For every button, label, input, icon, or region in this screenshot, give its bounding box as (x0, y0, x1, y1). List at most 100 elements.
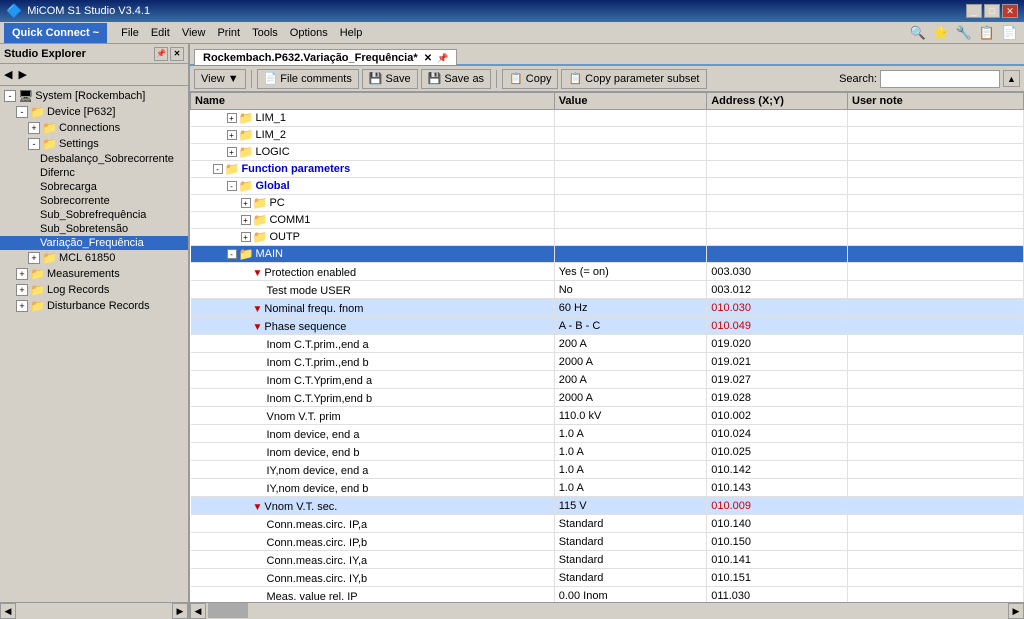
table-cell-value[interactable]: 2000 A (554, 389, 707, 407)
tree-item-sobrecarga[interactable]: Sobrecarga (0, 180, 188, 194)
copy-button[interactable]: 📋 Copy (502, 69, 558, 89)
table-cell-value[interactable]: Yes (= on) (554, 263, 707, 281)
quick-connect-button[interactable]: Quick Connect ~ (4, 23, 107, 43)
search-toolbar-icon[interactable]: 🔍 (908, 23, 928, 43)
tree-item-desbalanco[interactable]: Desbalanço_Sobrecorrente (0, 152, 188, 166)
table-row[interactable]: Conn.meas.circ. IP,aStandard010.140 (191, 515, 1024, 533)
table-row[interactable]: IY,nom device, end b1.0 A010.143 (191, 479, 1024, 497)
menu-help[interactable]: Help (334, 25, 369, 41)
studio-header-controls[interactable]: 📌 ✕ (154, 47, 184, 61)
table-cell-value[interactable]: Standard (554, 515, 707, 533)
expand-icon[interactable]: - (227, 249, 237, 259)
studio-toolbar[interactable]: ◀ ▶ (0, 64, 188, 86)
tree-item-measurements[interactable]: + 📁 Measurements (0, 266, 188, 282)
save-button[interactable]: 💾 Save (362, 69, 418, 89)
table-row[interactable]: Inom C.T.prim.,end b2000 A019.021 (191, 353, 1024, 371)
expand-mcl[interactable]: + (28, 252, 40, 264)
table-cell-value[interactable] (554, 110, 707, 127)
table-row[interactable]: Test mode USERNo003.012 (191, 281, 1024, 299)
table-row[interactable]: -📁Function parameters (191, 161, 1024, 178)
minimize-button[interactable]: _ (966, 4, 982, 18)
table-row[interactable]: +📁PC (191, 195, 1024, 212)
table-cell-value[interactable]: Standard (554, 533, 707, 551)
table-cell-value[interactable]: 1.0 A (554, 425, 707, 443)
table-row[interactable]: IY,nom device, end a1.0 A010.142 (191, 461, 1024, 479)
expand-icon[interactable]: - (213, 164, 223, 174)
expand-icon[interactable]: + (241, 198, 251, 208)
table-row[interactable]: ▼Nominal frequ. fnom60 Hz010.030 (191, 299, 1024, 317)
table-cell-value[interactable]: 1.0 A (554, 461, 707, 479)
settings-toolbar-icon[interactable]: 🔧 (954, 23, 974, 43)
table-cell-value[interactable]: 110.0 kV (554, 407, 707, 425)
table-row[interactable]: Conn.meas.circ. IY,bStandard010.151 (191, 569, 1024, 587)
expand-settings[interactable]: - (28, 138, 40, 150)
table-row[interactable]: Meas. value rel. IP0.00 Inom011.030 (191, 587, 1024, 603)
tree-item-variacao[interactable]: Variação_Frequência (0, 236, 188, 250)
menu-options[interactable]: Options (284, 25, 334, 41)
scroll-thumb-area[interactable] (206, 603, 1008, 619)
table-row[interactable]: Conn.meas.circ. IP,bStandard010.150 (191, 533, 1024, 551)
tree-item-sobrecorrente[interactable]: Sobrecorrente (0, 194, 188, 208)
tree-item-connections[interactable]: + 📁 Connections (0, 120, 188, 136)
expand-connections[interactable]: + (28, 122, 40, 134)
table-row[interactable]: Vnom V.T. prim110.0 kV010.002 (191, 407, 1024, 425)
table-cell-value[interactable]: 115 V (554, 497, 707, 515)
expand-icon[interactable]: + (227, 130, 237, 140)
table-row[interactable]: Inom device, end b1.0 A010.025 (191, 443, 1024, 461)
menu-print[interactable]: Print (211, 25, 246, 41)
table-cell-value[interactable]: 0.00 Inom (554, 587, 707, 603)
table-row[interactable]: Inom C.T.Yprim,end a200 A019.027 (191, 371, 1024, 389)
table-cell-value[interactable]: 200 A (554, 335, 707, 353)
tab-close-button[interactable]: ✕ (424, 53, 432, 64)
table-cell-value[interactable]: Standard (554, 551, 707, 569)
window-controls[interactable]: _ □ ✕ (966, 4, 1018, 18)
expand-icon[interactable]: + (227, 147, 237, 157)
table-cell-value[interactable]: 60 Hz (554, 299, 707, 317)
tree-item-subsobrefrequencia[interactable]: Sub_Sobrefrequência (0, 208, 188, 222)
table-cell-value[interactable] (554, 127, 707, 144)
table-row[interactable]: Inom C.T.prim.,end a200 A019.020 (191, 335, 1024, 353)
scroll-right-button[interactable]: ▶ (172, 603, 188, 619)
table-cell-value[interactable]: A - B - C (554, 317, 707, 335)
table-cell-value[interactable] (554, 229, 707, 246)
table-row[interactable]: +📁COMM1 (191, 212, 1024, 229)
menu-file[interactable]: File (115, 25, 145, 41)
table-cell-value[interactable]: 2000 A (554, 353, 707, 371)
tree-item-device[interactable]: - 📁 Device [P632] (0, 104, 188, 120)
scroll-thumb[interactable] (208, 603, 248, 618)
copy-toolbar-icon[interactable]: 📋 (977, 23, 997, 43)
tree-item-log[interactable]: + 📁 Log Records (0, 282, 188, 298)
search-input[interactable] (880, 70, 1000, 88)
close-button[interactable]: ✕ (1002, 4, 1018, 18)
table-cell-value[interactable]: 1.0 A (554, 479, 707, 497)
table-row[interactable]: ▼Phase sequenceA - B - C010.049 (191, 317, 1024, 335)
scroll-right-arrow[interactable]: ▶ (1008, 603, 1024, 619)
scroll-up-button[interactable]: ▲ (1003, 70, 1020, 87)
menu-tools[interactable]: Tools (246, 25, 284, 41)
studio-forward-button[interactable]: ▶ (18, 68, 26, 81)
table-row[interactable]: +📁LIM_2 (191, 127, 1024, 144)
tree-item-disturbance[interactable]: + 📁 Disturbance Records (0, 298, 188, 314)
main-tab[interactable]: Rockembach.P632.Variação_Frequência* ✕ 📌 (194, 49, 457, 65)
expand-device[interactable]: - (16, 106, 28, 118)
table-cell-value[interactable]: 200 A (554, 371, 707, 389)
scroll-left-arrow[interactable]: ◀ (190, 603, 206, 619)
table-row[interactable]: ▼Vnom V.T. sec.115 V010.009 (191, 497, 1024, 515)
file-comments-button[interactable]: 📄 File comments (257, 69, 359, 89)
expand-disturbance[interactable]: + (16, 300, 28, 312)
table-row[interactable]: +📁OUTP (191, 229, 1024, 246)
expand-log[interactable]: + (16, 284, 28, 296)
bottom-scrollbar[interactable]: ◀ ▶ (190, 602, 1024, 619)
studio-back-button[interactable]: ◀ (4, 68, 12, 81)
expand-system[interactable]: - (4, 90, 16, 102)
table-row[interactable]: +📁LOGIC (191, 144, 1024, 161)
table-cell-value[interactable] (554, 178, 707, 195)
view-button[interactable]: View ▼ (194, 69, 246, 89)
tree-item-settings[interactable]: - 📁 Settings (0, 136, 188, 152)
table-cell-value[interactable] (554, 161, 707, 178)
table-cell-value[interactable]: No (554, 281, 707, 299)
table-cell-value[interactable]: 1.0 A (554, 443, 707, 461)
tree-item-mcl[interactable]: + 📁 MCL 61850 (0, 250, 188, 266)
tree-item-subsobretensao[interactable]: Sub_Sobretensão (0, 222, 188, 236)
save-as-button[interactable]: 💾 Save as (421, 69, 491, 89)
